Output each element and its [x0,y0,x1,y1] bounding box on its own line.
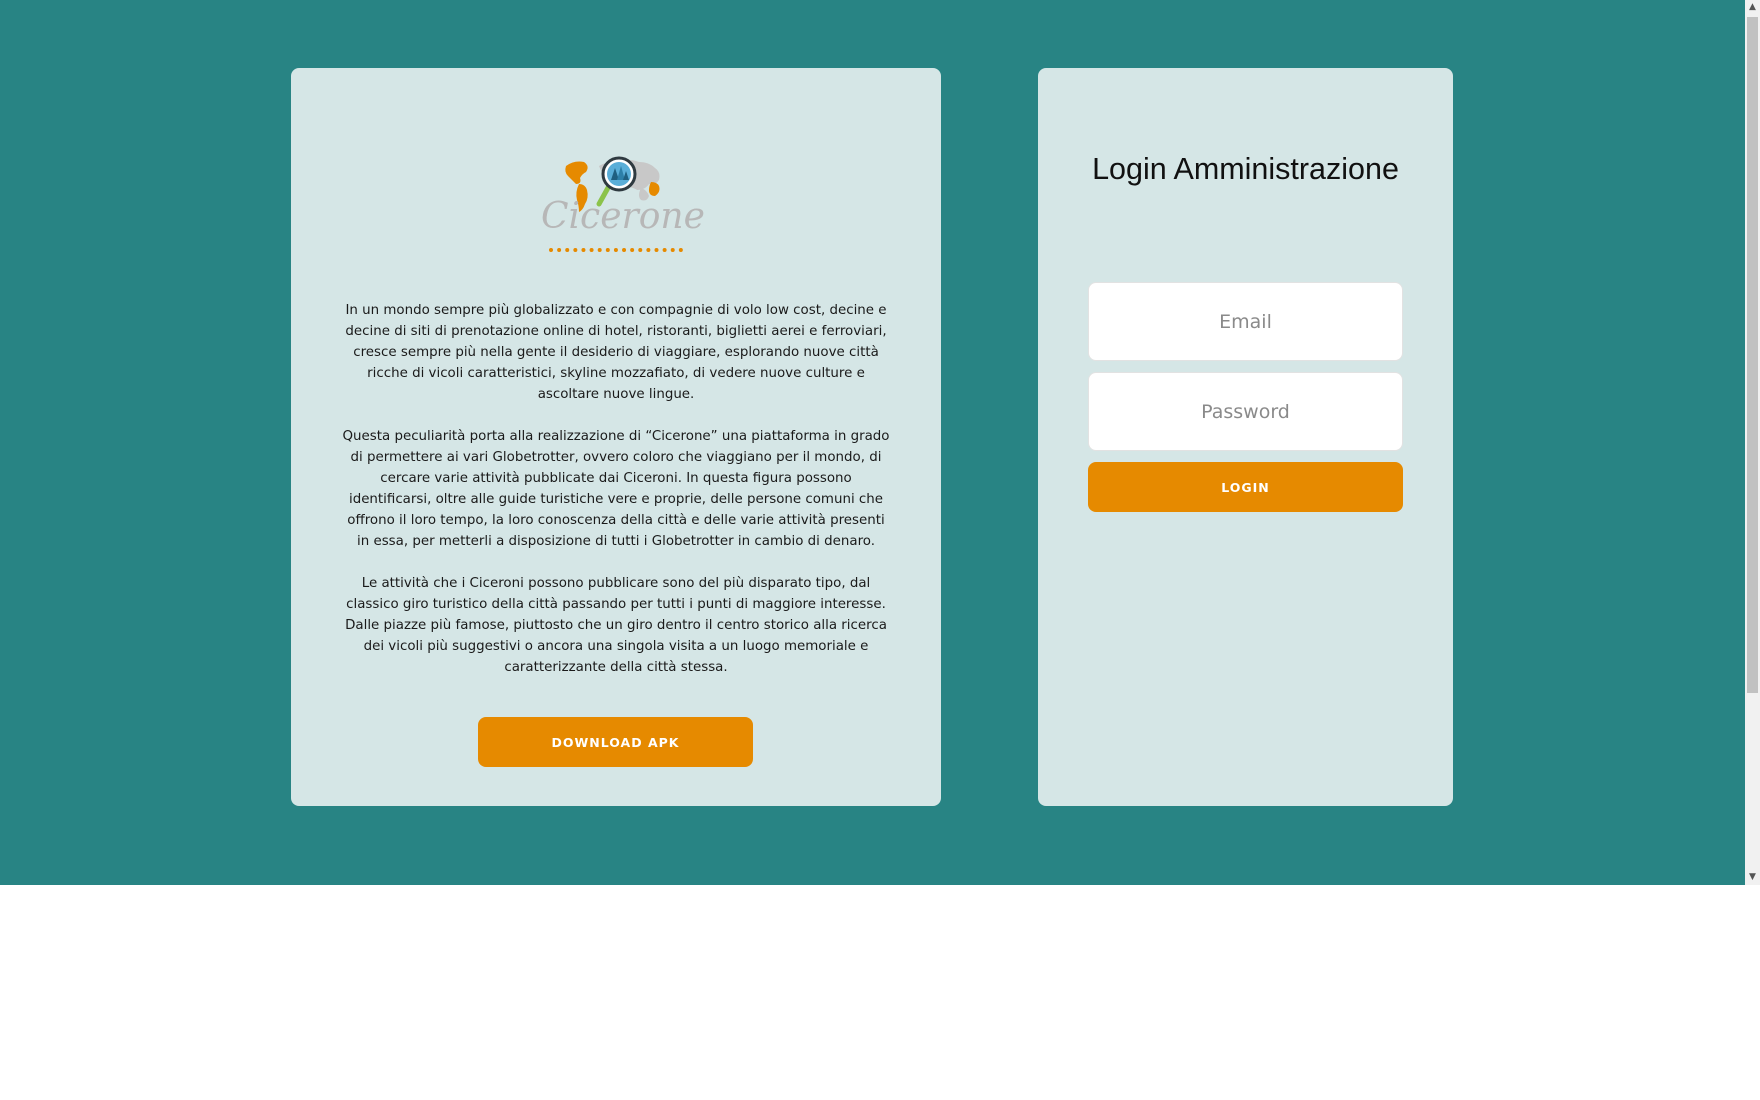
description-paragraph: Questa peculiarità porta alla realizzazi… [342,429,890,549]
cicerone-logo: Cicerone [541,146,705,258]
login-button[interactable]: LOGIN [1088,462,1403,512]
login-card: Login Amministrazione LOGIN [1038,68,1453,806]
description-paragraph: In un mondo sempre più globalizzato e co… [345,303,887,402]
email-field[interactable] [1088,282,1403,361]
logo-dotted-line [549,248,683,252]
chevron-up-icon[interactable]: ▲ [1745,0,1760,15]
info-card: Cicerone In un mondo sempre più globaliz… [291,68,941,806]
chevron-down-icon[interactable]: ▼ [1745,870,1760,885]
description-paragraph: Le attività che i Ciceroni possono pubbl… [345,576,887,675]
login-title: Login Amministrazione [1092,152,1399,186]
scrollbar-thumb[interactable] [1747,17,1758,693]
page-background: Cicerone In un mondo sempre più globaliz… [0,0,1745,885]
download-apk-button[interactable]: DOWNLOAD APK [478,717,753,767]
vertical-scrollbar[interactable]: ▲ ▼ [1745,0,1760,885]
password-field[interactable] [1088,372,1403,451]
project-description: In un mondo sempre più globalizzato e co… [341,300,891,699]
logo-wordmark: Cicerone [541,196,705,237]
